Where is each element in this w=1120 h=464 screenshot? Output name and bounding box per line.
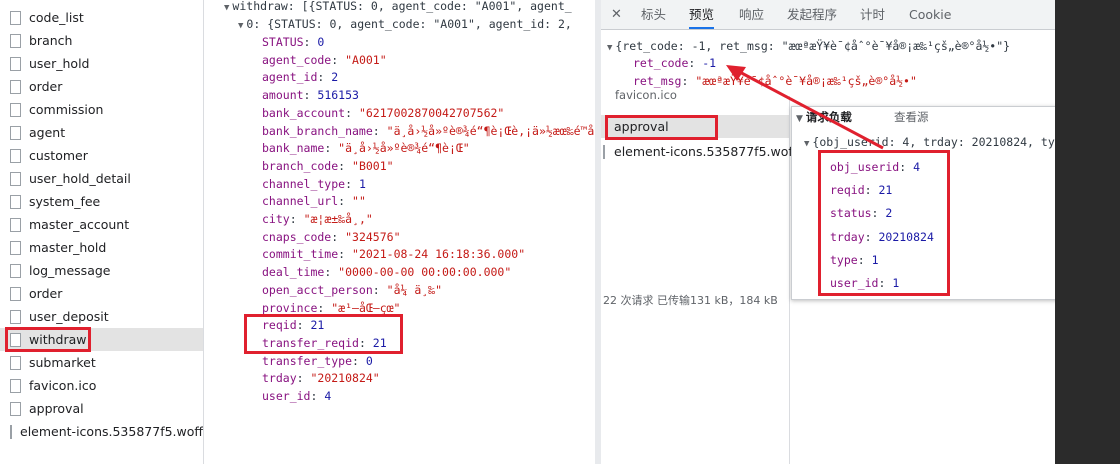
file-icon [10,286,21,301]
tab-5[interactable]: Cookie [909,0,951,29]
highlight-payload-fields [818,150,950,296]
withdraw-preview-panel: ▼ withdraw: [{STATUS: 0, agent_code: "A00… [204,0,594,464]
request-item-label: user_deposit [29,309,109,324]
devtools-tabbar: ✕ 标头 预览 响应 发起程序 计时 Cookie [601,0,1120,30]
request-item[interactable]: master_hold [0,236,203,259]
field-line: trday: "20210824" [262,371,380,386]
request-item-label: system_fee [29,194,101,209]
highlight-approval [605,115,718,140]
field-line: open_acct_person: "å¼ ä¸‰" [262,282,443,297]
field-line: commit_time: "2021-08-24 16:18:36.000" [262,247,526,262]
request-item-label: customer [29,148,88,163]
field-line: STATUS: 0 [262,35,325,49]
request-item-label: master_account [29,217,130,232]
tab-4[interactable]: 计时 [860,0,885,29]
request-summary-status: 22 次请求 已传输131 kB，184 kB [603,294,778,307]
close-icon[interactable]: ✕ [611,0,622,29]
network-request-list: code_listbranch user_holdorder commission a… [0,0,204,464]
request-item[interactable]: commission [0,98,203,121]
file-icon [10,263,21,278]
field-line: channel_type: 1 [262,176,366,191]
field-line: bank_account: "6217002870042707562" [262,105,505,120]
request-item[interactable]: order [0,282,203,305]
tab-0[interactable]: 标头 [641,0,666,29]
highlight-reqid-fields [244,314,403,354]
field-line: deal_time: "0000-00-00 00:00:00.000" [262,265,512,280]
request-item[interactable]: user_deposit [0,305,203,328]
request-item-label: user_hold_detail [29,171,131,186]
file-icon [10,102,21,117]
request-item-label: element-icons.535877f5.woff [20,424,203,439]
file-icon [10,33,21,48]
request-item[interactable]: branch [0,29,203,52]
request-item-label: commission [29,102,104,117]
request-item-label: agent [29,125,66,140]
file-icon [10,240,21,255]
field-line: amount: 516153 [262,88,359,103]
file-icon [10,378,21,393]
request-item-label: submarket [29,355,96,370]
request-item[interactable]: code_list [0,6,203,29]
list-item-partial[interactable]: favicon.ico [615,86,677,104]
view-source-link[interactable]: 查看源 [894,108,929,126]
request-item-label: master_hold [29,240,107,255]
request-item[interactable]: user_hold [0,52,203,75]
request-item[interactable]: customer [0,144,203,167]
request-item[interactable]: system_fee [0,190,203,213]
file-icon [10,424,13,439]
file-icon [10,309,21,324]
withdraw-item-line[interactable]: ▼ 0: {STATUS: 0, agent_code: "A001", agen… [238,15,572,35]
annotation-arrow [726,65,884,150]
field-line: channel_url: "" [262,194,366,209]
request-item-label: favicon.ico [29,378,97,393]
file-icon [10,148,21,163]
request-item-label: order [29,286,63,301]
expand-triangle-icon[interactable]: ▼ [607,43,612,53]
request-item[interactable]: user_hold_detail [0,167,203,190]
field-line: city: "æ¦æ±‰å¸‚" [262,212,373,226]
field-line: bank_branch_name: "ä¸å›½å»ºè®¾é“¶è¡Œè,¡ä… [262,123,594,138]
request-item-label: log_message [29,263,111,278]
field-line: agent_code: "A001" [262,52,387,67]
request-item[interactable]: submarket [0,351,203,374]
file-icon [10,217,21,232]
request-item-label: order [29,79,63,94]
field-line: transfer_type: 0 [262,353,373,368]
request-item-label: approval [29,401,84,416]
file-icon [10,355,21,370]
request-item[interactable]: master_account [0,213,203,236]
request-item-label: branch [29,33,73,48]
ret-code-line: ret_code: -1 [633,56,717,70]
request-item[interactable]: approval [0,397,203,420]
request-item[interactable]: agent [0,121,203,144]
expand-triangle-icon[interactable]: ▼ [224,3,229,13]
request-item[interactable]: element-icons.535877f5.woff [0,420,203,443]
request-item-label: code_list [29,10,84,25]
file-icon [10,56,21,71]
expand-triangle-icon[interactable]: ▼ [238,21,243,31]
tab-1[interactable]: 预览 [689,0,715,29]
field-line: branch_code: "B001" [262,158,394,173]
request-item[interactable]: favicon.ico [0,374,203,397]
tab-2[interactable]: 响应 [739,0,764,29]
file-icon [10,171,21,186]
file-icon [10,10,21,25]
dark-side-strip [1055,0,1120,464]
field-line: user_id: 4 [262,389,332,403]
field-line: agent_id: 2 [262,70,339,85]
request-item[interactable]: log_message [0,259,203,282]
field-line: cnaps_code: "324576" [262,229,401,244]
file-icon [10,125,21,140]
highlight-withdraw [5,327,91,352]
request-item-label: user_hold [29,56,90,71]
request-item[interactable]: order [0,75,203,98]
file-icon [603,144,605,159]
file-icon [10,79,21,94]
tab-3[interactable]: 发起程序 [787,0,837,29]
field-line: bank_name: "ä¸å›½å»ºè®¾é“¶è¡Œ" [262,141,470,156]
file-icon [10,401,21,416]
file-icon [10,194,21,209]
